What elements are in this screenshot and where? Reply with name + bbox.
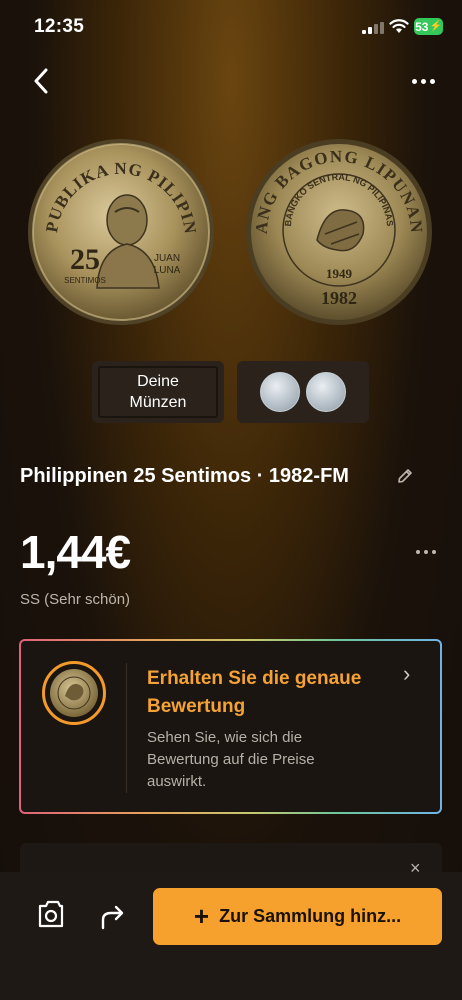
coin-front-name-1: JUAN bbox=[154, 253, 180, 264]
pencil-icon[interactable] bbox=[396, 467, 414, 485]
add-to-collection-label: Zur Sammlung hinz... bbox=[219, 906, 402, 926]
plus-icon: + bbox=[193, 900, 210, 931]
add-to-collection-button[interactable]: + Zur Sammlung hinz... bbox=[153, 888, 442, 945]
coin-front-value: 25 bbox=[70, 243, 100, 276]
coin-grade: SS (Sehr schön) bbox=[20, 591, 131, 608]
coin-front-name-2: LUNA bbox=[154, 265, 181, 276]
your-coins-thumbnail[interactable]: Deine Münzen bbox=[92, 361, 224, 423]
coin-front-unit: SENTIMOS bbox=[64, 276, 106, 285]
card-divider bbox=[126, 663, 127, 793]
status-bar: 12:35 53 ⚡ bbox=[0, 0, 462, 54]
battery-level: 53 bbox=[415, 19, 429, 34]
reference-coin-front bbox=[260, 372, 300, 412]
charging-icon: ⚡ bbox=[429, 21, 442, 32]
wifi-icon bbox=[389, 19, 409, 33]
battery-indicator: 53 ⚡ bbox=[414, 18, 443, 35]
coin-title: Philippinen 25 Sentimos · 1982-FM bbox=[20, 465, 349, 487]
share-arrow-icon bbox=[101, 905, 124, 930]
reference-coins-thumbnail[interactable] bbox=[237, 361, 369, 423]
coin-back-year: 1982 bbox=[321, 288, 357, 308]
card-description: Sehen Sie, wie sich die Bewertung auf di… bbox=[147, 729, 315, 790]
coin-price: 1,44€ bbox=[20, 526, 131, 578]
camera-button[interactable] bbox=[36, 898, 66, 932]
chevron-right-icon: › bbox=[403, 661, 411, 686]
coin-thumbnail-icon bbox=[50, 669, 98, 717]
exact-valuation-card[interactable]: Erhalten Sie die genaue Bewertung Sehen … bbox=[19, 639, 442, 814]
coin-front-image: REPUBLIKA NG PILIPINAS 25 SENTIMOS JUAN … bbox=[27, 138, 214, 325]
coin-detail-screen: 12:35 53 ⚡ PUBLIKA NG PILIPIN 25 SENTIMO… bbox=[0, 0, 462, 1000]
more-options-button[interactable] bbox=[406, 68, 440, 94]
reference-coin-back bbox=[306, 372, 346, 412]
coin-avatar bbox=[42, 661, 106, 725]
card-title: Erhalten Sie die genaue Bewertung bbox=[147, 668, 362, 717]
coin-back-inner-year: 1949 bbox=[326, 266, 353, 281]
status-time: 12:35 bbox=[34, 16, 85, 37]
back-button[interactable] bbox=[26, 64, 56, 98]
share-button[interactable] bbox=[99, 902, 127, 930]
coin-back-image: ANG BAGONG LIPUNAN BANGKO SENTRAL NG PIL… bbox=[246, 139, 432, 325]
chevron-left-icon bbox=[34, 68, 48, 94]
your-coins-label: Deine Münzen bbox=[129, 373, 187, 411]
more-horizontal-icon bbox=[411, 78, 417, 84]
price-options-button[interactable] bbox=[416, 542, 446, 562]
cellular-signal-icon bbox=[362, 22, 384, 34]
more-horizontal-icon bbox=[416, 550, 420, 554]
camera-icon bbox=[38, 900, 64, 928]
